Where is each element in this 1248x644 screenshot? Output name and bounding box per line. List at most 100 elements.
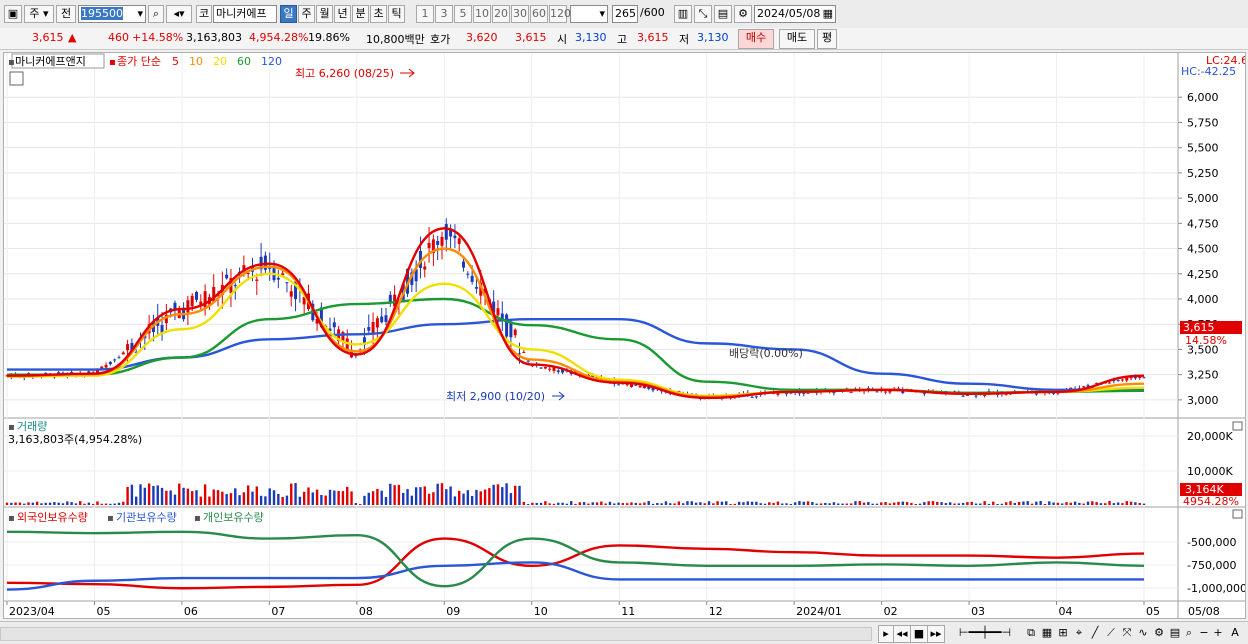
period-tab[interactable]: 월 — [316, 5, 333, 23]
period-tab[interactable]: 일 — [280, 5, 297, 23]
volume-bar — [802, 501, 805, 505]
interval-button[interactable]: 120 — [549, 5, 571, 23]
grid-icon[interactable]: ⊞ — [1056, 625, 1070, 641]
date-input[interactable]: 2024/05/08 ▦ — [754, 5, 836, 23]
buy-button[interactable]: 매수 — [738, 29, 774, 49]
ma-label[interactable]: 종가 단순 — [117, 55, 161, 68]
maximize-icon[interactable] — [1232, 509, 1243, 519]
period-tab[interactable]: 초 — [370, 5, 387, 23]
volume-bar — [725, 501, 728, 505]
speaker-icon[interactable]: ◂▾ — [166, 5, 192, 23]
volume-bar — [440, 483, 444, 505]
zoom-icon[interactable]: ⌕ — [1182, 625, 1196, 641]
volume-bar — [789, 503, 793, 505]
market-select[interactable]: 주 ▾ — [24, 5, 54, 23]
scroll-right-icon[interactable]: ▸ — [878, 625, 894, 643]
interval-button[interactable]: 10 — [473, 5, 491, 23]
chart-area[interactable]: 6,000 5,750 5,500 5,250 5,000 4,750 4,500 4,250… — [3, 52, 1248, 619]
interval-button[interactable]: 3 — [435, 5, 453, 23]
volume-bar — [66, 501, 69, 505]
save-icon[interactable]: ▤ — [714, 5, 732, 23]
holding-series-label[interactable]: 개인보유수량 — [203, 511, 264, 524]
period-tab[interactable]: 년 — [334, 5, 351, 23]
volume-bar — [1069, 502, 1072, 505]
volume-tick-label: 20,000K — [1187, 430, 1233, 443]
ma-period-label[interactable]: 5 — [172, 55, 179, 68]
interval-button[interactable]: 5 — [454, 5, 472, 23]
ma-period-label[interactable]: 20 — [213, 55, 227, 68]
zoom-in-icon[interactable]: + — [1212, 625, 1224, 641]
maximize-icon[interactable] — [1232, 421, 1243, 431]
volume-bar — [957, 503, 961, 505]
volume-title[interactable]: 거래량 — [17, 420, 47, 433]
holding-tick-label: -500,000 — [1187, 536, 1236, 549]
volume-bar — [1004, 502, 1008, 505]
print-icon[interactable]: ▤ — [1168, 625, 1182, 641]
stock-type-label[interactable]: 코 — [196, 5, 212, 23]
volume-bar — [1142, 503, 1146, 505]
settings-icon[interactable]: ⚙ — [1152, 625, 1166, 641]
fast-forward-icon[interactable]: ▸▸ — [927, 625, 945, 643]
holding-series-label[interactable]: 외국인보유수량 — [17, 511, 88, 524]
ma-period-label[interactable]: 60 — [237, 55, 251, 68]
ma-period-label[interactable]: 10 — [189, 55, 203, 68]
candle-body — [543, 366, 547, 369]
rewind-icon[interactable]: ◂◂ — [893, 625, 911, 643]
x-tick-label: 07 — [271, 605, 285, 618]
candle-icon[interactable]: ▥ — [674, 5, 692, 23]
calendar-icon[interactable]: ▦ — [823, 6, 833, 22]
name-tag[interactable]: 마니커에프앤지 — [15, 55, 86, 68]
gear-icon[interactable]: ⚙ — [734, 5, 752, 23]
interval-button[interactable]: 30 — [511, 5, 529, 23]
count-input[interactable]: 265 — [612, 5, 638, 23]
line-tool-icon[interactable]: ╱ — [1088, 625, 1102, 641]
chart-type-icon[interactable]: ∿ — [1136, 625, 1150, 641]
candle-body — [285, 282, 289, 284]
volume-bar — [48, 502, 52, 505]
period-tab[interactable]: 틱 — [388, 5, 405, 23]
font-icon[interactable]: A — [1228, 625, 1242, 641]
volume-bar — [1013, 502, 1016, 505]
zoom-out-icon[interactable]: − — [1198, 625, 1210, 641]
interval-button[interactable]: 1 — [416, 5, 434, 23]
candle-body — [427, 242, 431, 249]
interval-dropdown[interactable]: ▾ — [570, 5, 608, 23]
interval-button[interactable]: 60 — [530, 5, 548, 23]
stop-icon[interactable]: ■ — [910, 625, 928, 643]
period-tab[interactable]: 주 — [298, 5, 315, 23]
stock-name-field[interactable]: 마니커에프 — [213, 5, 277, 23]
volume-bar — [1125, 501, 1128, 505]
drawing-tools-icon[interactable]: ⤡ — [694, 5, 712, 23]
volume-bar — [686, 501, 689, 505]
holding-series-label[interactable]: 기관보유수량 — [116, 511, 177, 524]
grid-toggle-icon[interactable] — [9, 71, 24, 86]
volume-bar — [169, 490, 172, 505]
chart-scrollbar[interactable] — [0, 627, 872, 641]
crosshair-icon[interactable]: ⌖ — [1072, 625, 1086, 641]
window-icon[interactable]: ▣ — [4, 5, 22, 23]
measure-icon[interactable]: ⤧ — [1120, 625, 1134, 641]
copy-icon[interactable]: ⧉ — [1024, 625, 1038, 641]
volume-bar — [940, 502, 943, 505]
ma-period-label[interactable]: 120 — [261, 55, 282, 68]
search-icon[interactable]: ⌕ — [148, 5, 164, 23]
period-tab[interactable]: 분 — [352, 5, 369, 23]
zoom-slider[interactable]: ⊢━━┿━━⊣ — [950, 625, 1020, 641]
prev-button[interactable]: 전 — [56, 5, 76, 23]
trend-icon[interactable]: ⟋ — [1104, 625, 1118, 641]
sell-button[interactable]: 매도 — [779, 29, 815, 49]
volume-bar — [406, 489, 409, 505]
stock-code-input[interactable]: 195500 ▾ — [78, 5, 146, 23]
volume-bar — [716, 501, 719, 505]
y-tick-label: 3,250 — [1187, 369, 1219, 382]
volume-bar — [992, 501, 995, 505]
layout-icon[interactable]: ▦ — [1040, 625, 1054, 641]
x-tick-label: 06 — [184, 605, 198, 618]
x-tick-label: 09 — [446, 605, 460, 618]
interval-button[interactable]: 20 — [492, 5, 510, 23]
volume-bar — [862, 502, 866, 505]
candle-body — [225, 274, 229, 279]
candle-body — [108, 361, 112, 365]
volume-bar — [79, 501, 82, 505]
average-button[interactable]: 평 — [817, 29, 837, 49]
